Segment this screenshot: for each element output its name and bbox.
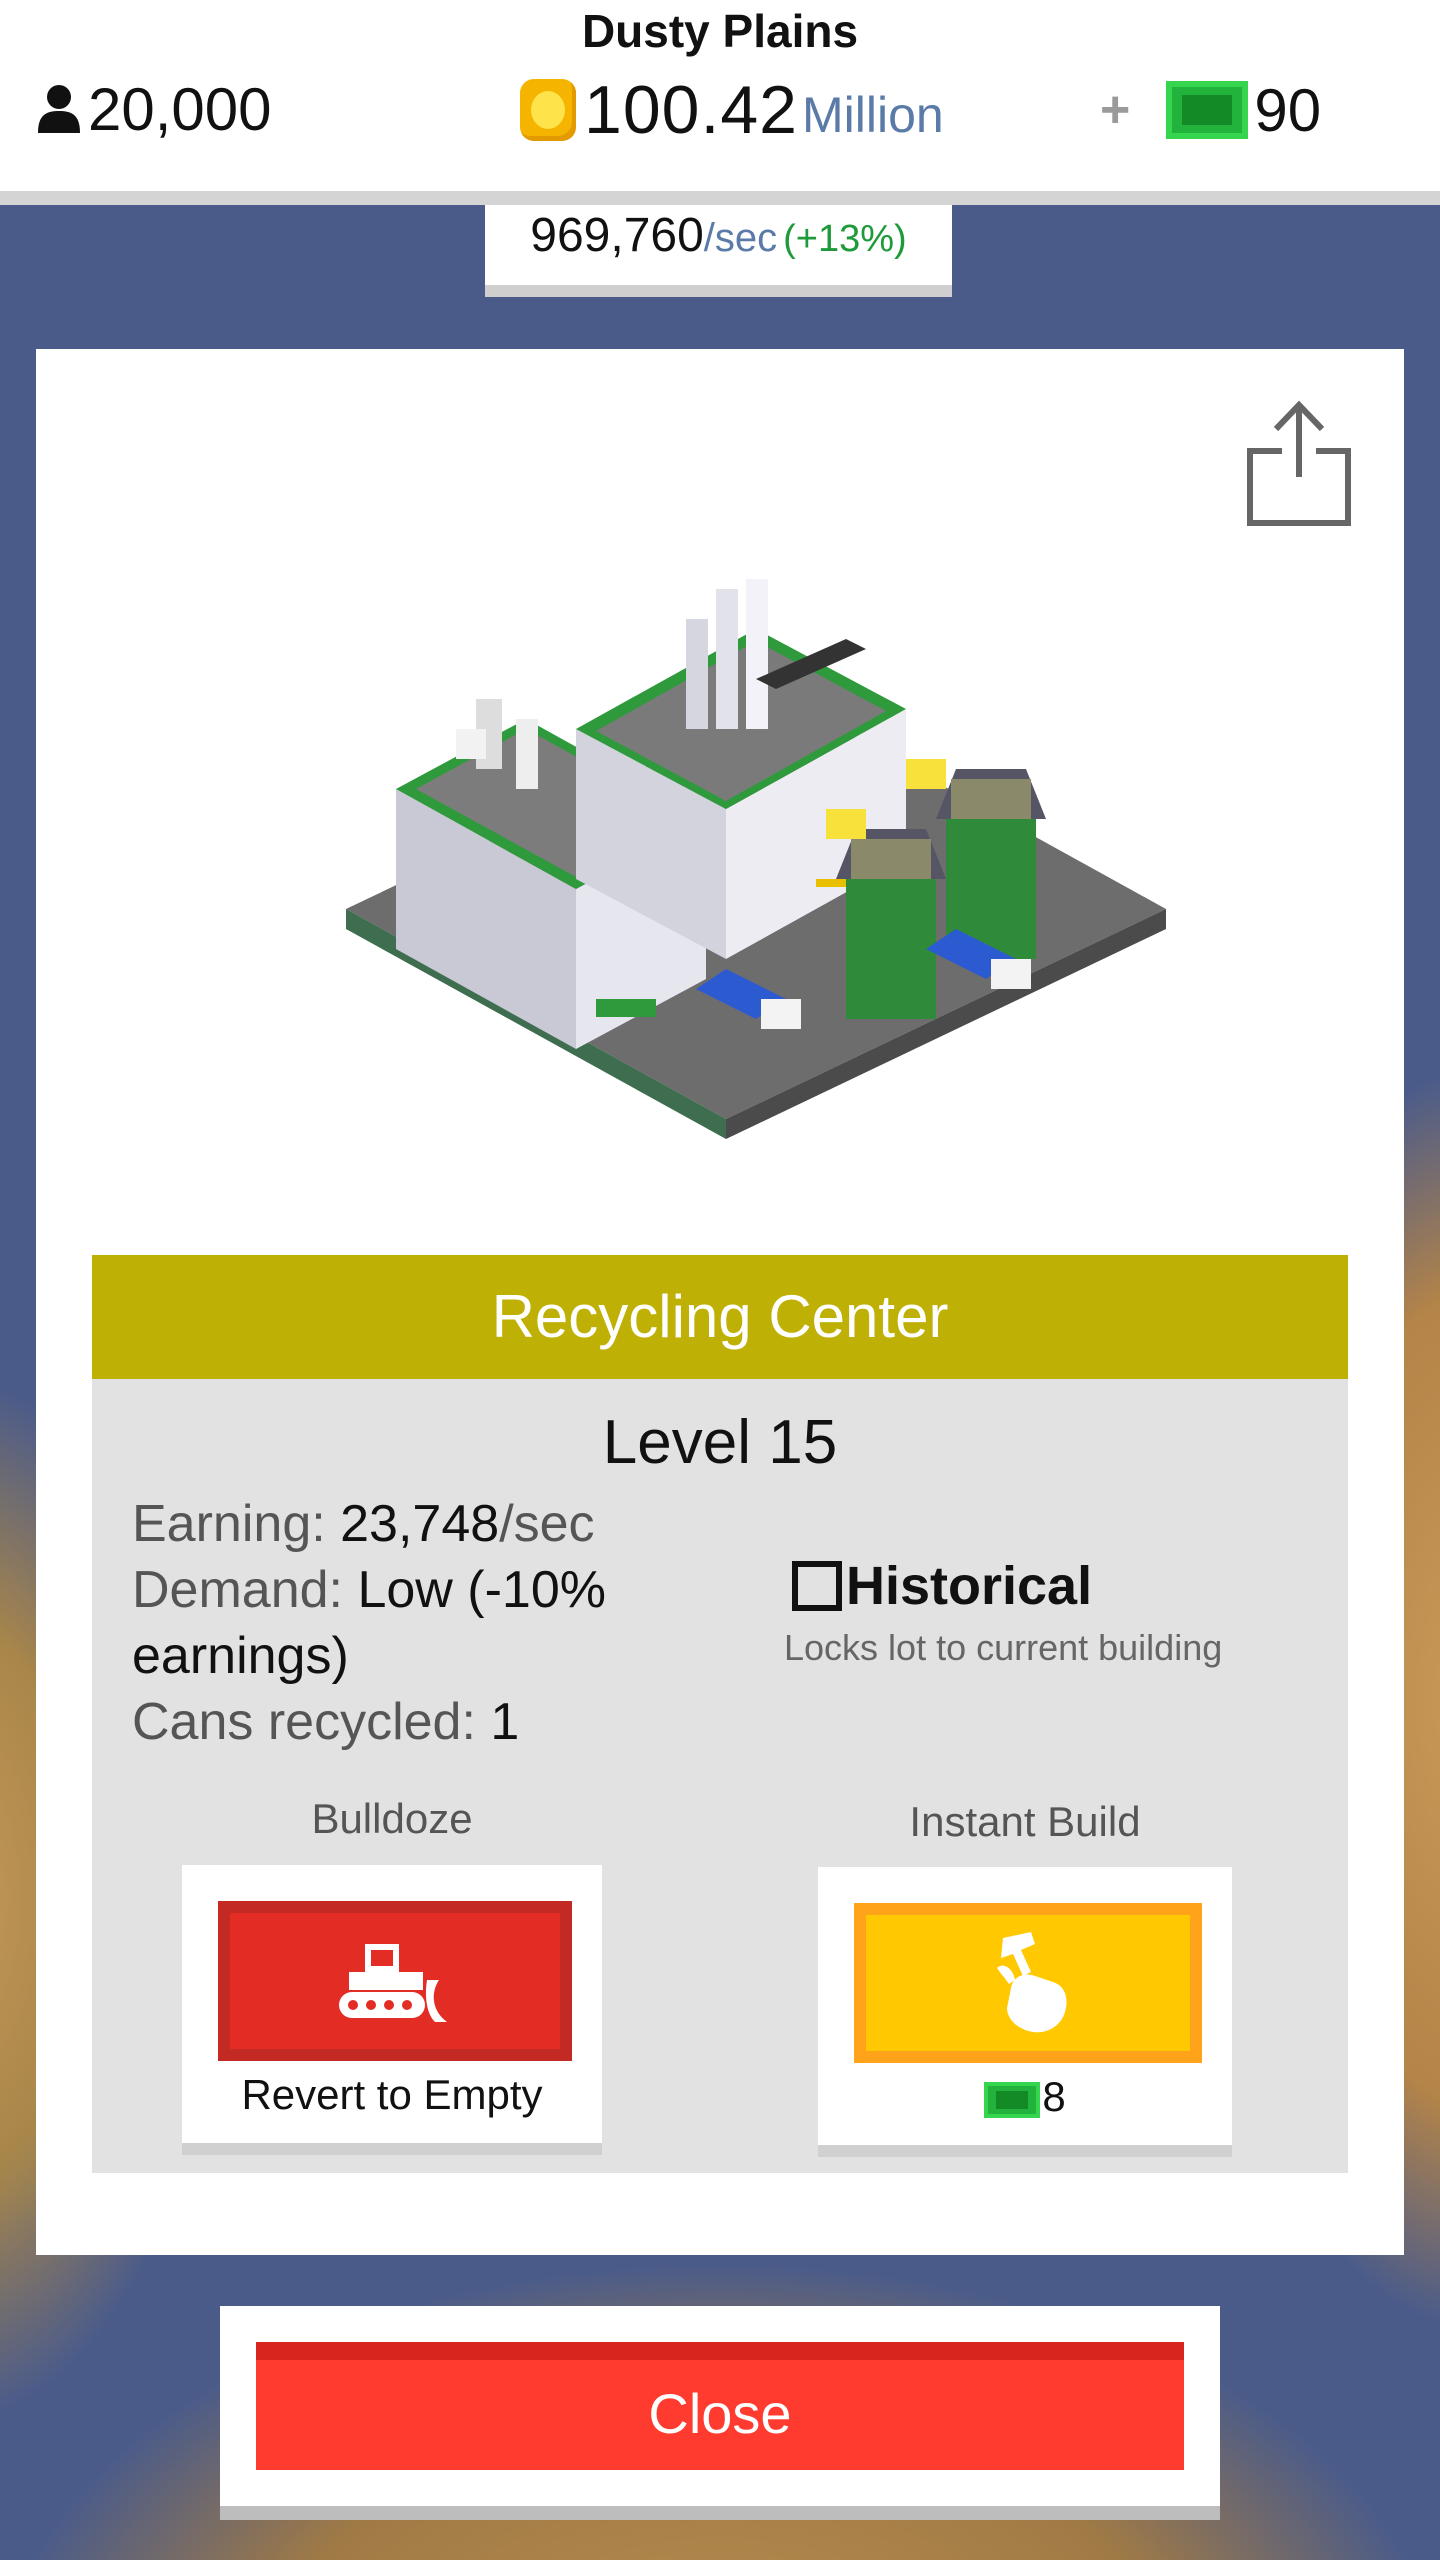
hammer-hand-icon [997,1932,1067,2033]
cans-value: 1 [490,1693,520,1751]
population-value: 20,000 [88,75,272,143]
cash-icon [984,2081,1041,2118]
historical-toggle[interactable]: Historical [792,1555,1312,1617]
income-rate-value: 969,760 [530,209,704,262]
share-icon[interactable] [1244,399,1354,529]
instant-build-label: Instant Build [909,1798,1141,1845]
add-cash-button[interactable]: + [1100,80,1130,140]
building-details: Recycling Center Level 15 Earning: 23,74… [92,1255,1348,2173]
instant-build-button[interactable] [854,1903,1202,2063]
coin-icon [520,79,576,141]
earning-value: 23,748 [340,1495,500,1553]
instant-build-cost: 8 [818,2073,1232,2121]
income-rate-bonus: (+13%) [783,218,907,260]
historical-description: Locks lot to current building [784,1627,1223,1668]
city-name: Dusty Plains [581,5,859,57]
instant-build-cost-value: 8 [1042,2073,1066,2120]
instant-build-card[interactable]: 8 [818,1867,1232,2157]
bulldoze-caption: Revert to Empty [241,2071,543,2118]
coin-unit: Million [801,87,944,143]
historical-checkbox[interactable] [792,1561,842,1611]
historical-label: Historical [846,1556,1093,1616]
historical-option[interactable]: Historical Locks lot to current building [784,1555,1312,1669]
cans-label: Cans recycled: [132,1693,476,1751]
demand-label: Demand: [132,1561,343,1619]
top-hud: Dusty Plains 20,000 100.42 Million + 90 [0,0,1440,205]
demand-value: Low (-10% [357,1561,607,1619]
building-stats: Earning: 23,748/sec Demand: Low (-10% ea… [132,1491,692,1755]
bulldoze-button[interactable] [218,1901,572,2061]
building-info-panel: Recycling Center Level 15 Earning: 23,74… [36,349,1404,2255]
bulldoze-card[interactable]: Revert to Empty [182,1865,602,2155]
building-level: Level 15 [602,1408,838,1477]
coin-counter: 100.42 Million [520,70,944,150]
income-rate-tab: 969,760/sec (+13%) [485,205,952,297]
earning-row: Earning: 23,748/sec [132,1491,692,1557]
cash-counter[interactable]: + 90 [1100,70,1321,150]
income-rate-unit: /sec [703,216,778,260]
cans-row: Cans recycled: 1 [132,1689,692,1755]
building-illustration [346,579,1166,1139]
demand-value-continued: earnings) [132,1627,349,1685]
earning-label: Earning: [132,1495,326,1553]
building-name: Recycling Center [92,1255,1348,1379]
person-icon [38,85,80,133]
close-button[interactable]: Close [256,2342,1184,2470]
cash-value: 90 [1254,76,1322,144]
earning-unit: /sec [499,1495,595,1553]
cash-icon [1166,81,1249,139]
coin-value: 100.42 [584,72,798,148]
bulldoze-label: Bulldoze [311,1795,473,1842]
close-card: Close [220,2306,1220,2520]
demand-row: Demand: Low (-10% [132,1557,692,1623]
bulldozer-icon [339,1944,447,2022]
population-counter: 20,000 [36,74,272,144]
